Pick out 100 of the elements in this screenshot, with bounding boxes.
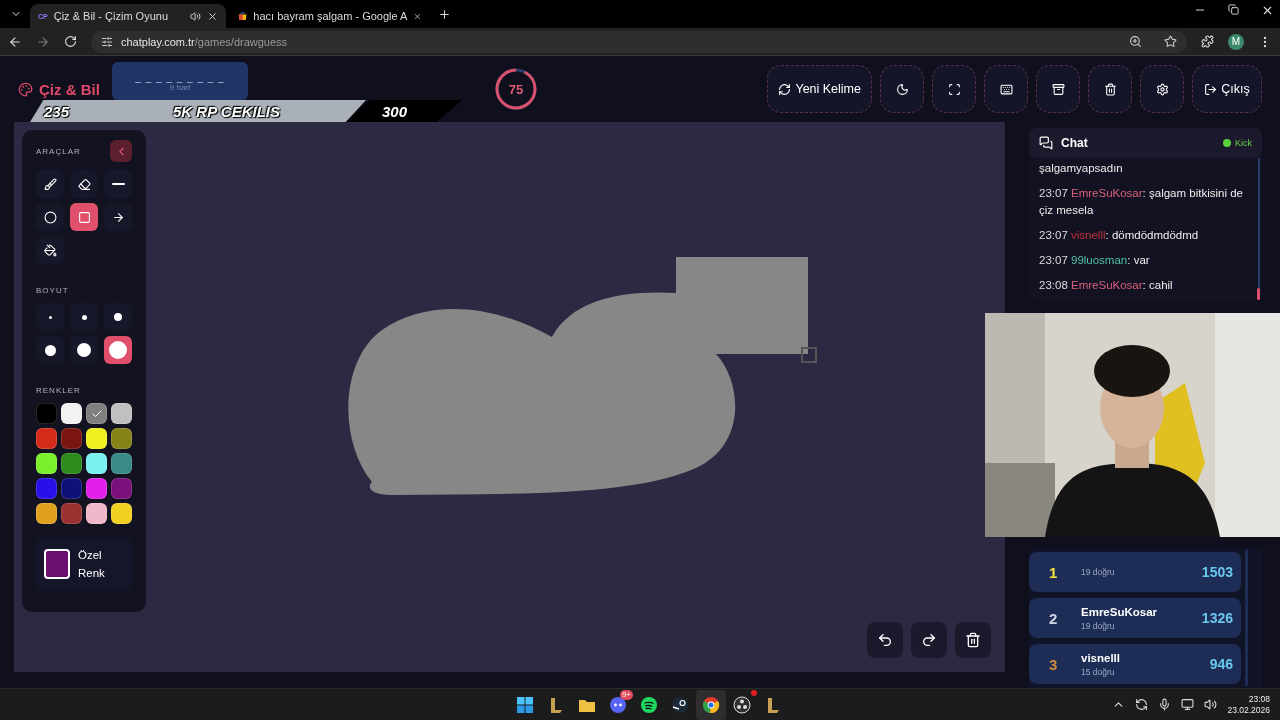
- player-score: 1503: [1201, 564, 1233, 580]
- keyboard-icon: [999, 82, 1013, 96]
- brush-icon: [43, 177, 57, 191]
- browser-tab[interactable]: hacı bayram şalgam - Google A: [230, 4, 430, 28]
- color-swatch[interactable]: [86, 453, 107, 474]
- zoom-icon: [1129, 35, 1142, 48]
- tab-title: Çiz & Bil - Çizim Oyunu: [53, 10, 170, 22]
- color-swatch[interactable]: [86, 503, 107, 524]
- windows-icon: [516, 695, 534, 714]
- tool-button[interactable]: [36, 203, 64, 231]
- color-swatch[interactable]: [36, 428, 57, 449]
- color-swatch[interactable]: [36, 503, 57, 524]
- tool-button[interactable]: [104, 170, 132, 198]
- color-swatch[interactable]: [111, 503, 132, 524]
- forward-arrow-icon: [36, 34, 50, 49]
- size-button[interactable]: [36, 336, 64, 364]
- drawing-canvas[interactable]: ARAÇLAR BOYUT RENKLER Özel Renk: [14, 122, 1005, 672]
- microphone-icon[interactable]: [1158, 698, 1172, 711]
- color-swatch[interactable]: [111, 428, 132, 449]
- banner-right-count: 300: [382, 102, 408, 120]
- color-swatch[interactable]: [86, 428, 107, 449]
- size-dot: [48, 315, 52, 319]
- color-swatch[interactable]: [111, 453, 132, 474]
- custom-color-swatch[interactable]: [44, 549, 70, 579]
- color-swatch[interactable]: [61, 503, 82, 524]
- tool-button[interactable]: [36, 170, 64, 198]
- reload-button[interactable]: [64, 35, 77, 48]
- reload-icon: [64, 35, 77, 48]
- custom-color-card[interactable]: Özel Renk: [36, 538, 132, 590]
- square-icon: [77, 210, 91, 224]
- new-word-button[interactable]: Yeni Kelime: [767, 65, 872, 113]
- taskbar-app[interactable]: [696, 689, 726, 720]
- custom-color-label: Özel Renk: [78, 548, 106, 581]
- settings-button[interactable]: [1140, 65, 1184, 113]
- tool-button[interactable]: [70, 170, 98, 198]
- keyboard-button[interactable]: [984, 65, 1028, 113]
- size-dot: [109, 341, 127, 359]
- tool-button[interactable]: [36, 236, 64, 264]
- rank-number: 3: [1049, 655, 1059, 673]
- collapse-button[interactable]: [110, 140, 132, 162]
- rank-number: 2: [1049, 609, 1059, 627]
- clear-button[interactable]: [955, 622, 991, 658]
- chat-message: şalgamyapsadın: [1039, 161, 1124, 176]
- steam-icon: [671, 695, 689, 714]
- redo-button[interactable]: [911, 622, 947, 658]
- player-score: 946: [1209, 656, 1233, 672]
- tool-button[interactable]: [70, 203, 98, 231]
- archive-button[interactable]: [1036, 65, 1080, 113]
- trash-icon: [1103, 82, 1117, 96]
- delete-button[interactable]: [1088, 65, 1132, 113]
- exit-icon: [1204, 82, 1218, 96]
- chat-title: Chat: [1061, 136, 1089, 150]
- tab-title: hacı bayram şalgam - Google A: [253, 10, 408, 22]
- color-swatch[interactable]: [61, 453, 82, 474]
- color-swatch[interactable]: [61, 403, 82, 424]
- size-button[interactable]: [104, 303, 132, 331]
- volume-icon[interactable]: [1204, 698, 1218, 711]
- chat-message: 23:07 EmreSuKosar: şalgam bitkisini de çiz mesela: [1039, 186, 1244, 218]
- refresh-icon: [778, 82, 792, 96]
- chat-message: 23:07 visnelll: dömdödmdödmd: [1039, 228, 1200, 243]
- extensions-button[interactable]: [1201, 35, 1214, 48]
- music-app-icon: [640, 695, 658, 714]
- size-title: BOYUT: [36, 286, 70, 295]
- back-button[interactable]: [8, 34, 22, 49]
- archive-icon: [1051, 82, 1065, 96]
- sync-icon[interactable]: [1135, 698, 1149, 711]
- color-swatch[interactable]: [111, 403, 132, 424]
- dark-mode-button[interactable]: [880, 65, 924, 113]
- size-button[interactable]: [104, 336, 132, 364]
- color-swatch[interactable]: [36, 453, 57, 474]
- player-name: visnelll: [1081, 651, 1121, 664]
- forward-button[interactable]: [36, 34, 50, 49]
- color-swatch[interactable]: [111, 478, 132, 499]
- word-blanks: _ _ _ _ _ _ _ _ _: [135, 72, 225, 83]
- rank-number: 1: [1049, 563, 1059, 581]
- taskbar-app[interactable]: 9+: [603, 689, 633, 720]
- color-swatch[interactable]: [86, 403, 107, 424]
- back-arrow-icon: [8, 34, 22, 49]
- profile-avatar[interactable]: M: [1228, 33, 1244, 50]
- color-swatch[interactable]: [36, 403, 57, 424]
- color-swatch[interactable]: [36, 478, 57, 499]
- tools-title: ARAÇLAR: [36, 146, 81, 156]
- new-tab-button[interactable]: [438, 7, 451, 21]
- monitor-icon[interactable]: [1181, 698, 1195, 711]
- color-swatch[interactable]: [61, 478, 82, 499]
- clock-time: 23:08: [1248, 693, 1270, 705]
- shopping-bag-icon: [238, 10, 248, 22]
- letter-count: 9 harf: [169, 83, 191, 92]
- cursor-icon: [801, 347, 817, 363]
- color-swatch[interactable]: [86, 478, 107, 499]
- color-swatch[interactable]: [61, 428, 82, 449]
- size-button[interactable]: [70, 336, 98, 364]
- tool-button[interactable]: [104, 203, 132, 231]
- notification-badge: 9+: [619, 689, 633, 700]
- arrow-icon: [111, 210, 125, 224]
- size-button[interactable]: [70, 303, 98, 331]
- address-field[interactable]: chatplay.com.tr/games/drawguess: [91, 30, 1187, 53]
- exit-button[interactable]: Çıkış: [1192, 65, 1262, 113]
- chat-source: Kick: [1235, 138, 1252, 148]
- undo-button[interactable]: [867, 622, 903, 658]
